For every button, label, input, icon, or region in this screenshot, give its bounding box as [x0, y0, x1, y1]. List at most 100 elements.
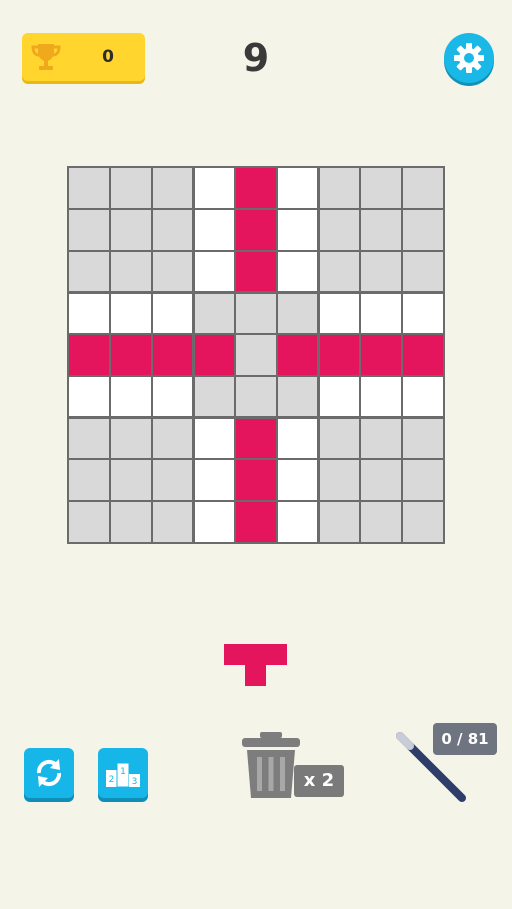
board-cell[interactable] — [194, 251, 235, 292]
board-cell[interactable] — [361, 209, 402, 250]
board-cell[interactable] — [361, 502, 402, 542]
board-cell[interactable] — [403, 460, 443, 501]
board-cell[interactable] — [152, 418, 193, 459]
board-cell[interactable] — [319, 293, 360, 334]
podium-place-1: 1 — [120, 767, 126, 777]
block-divider — [317, 166, 321, 544]
board-cell[interactable] — [277, 418, 318, 459]
board-cell[interactable] — [236, 418, 276, 459]
board-cell[interactable] — [152, 460, 193, 501]
board-cell[interactable] — [110, 209, 151, 250]
best-score-panel: 0 — [22, 33, 145, 81]
board-cell[interactable] — [152, 293, 193, 334]
board-cell[interactable] — [319, 376, 360, 417]
leaderboard-button[interactable]: 2 1 3 — [98, 748, 148, 798]
t-piece[interactable] — [224, 644, 288, 688]
board-cell[interactable] — [69, 335, 109, 375]
board-cell[interactable] — [110, 251, 151, 292]
refresh-icon — [36, 759, 62, 787]
board-cell[interactable] — [361, 335, 402, 375]
board-cell[interactable] — [236, 251, 276, 292]
board-cell[interactable] — [194, 293, 235, 334]
board-cell[interactable] — [194, 335, 235, 375]
board-cell[interactable] — [403, 293, 443, 334]
board-cell[interactable] — [319, 502, 360, 542]
board-cell[interactable] — [403, 418, 443, 459]
board-cell[interactable] — [236, 376, 276, 417]
trash-icon[interactable] — [240, 730, 302, 802]
board-cell[interactable] — [319, 168, 360, 208]
board-cell[interactable] — [236, 460, 276, 501]
board-cell[interactable] — [194, 168, 235, 208]
game-board[interactable] — [67, 166, 445, 544]
board-cell[interactable] — [361, 168, 402, 208]
board-cell[interactable] — [110, 460, 151, 501]
podium-icon: 2 1 3 — [106, 762, 140, 788]
board-cell[interactable] — [236, 502, 276, 542]
piece-block — [224, 644, 245, 665]
board-cell[interactable] — [361, 460, 402, 501]
board-cell[interactable] — [319, 209, 360, 250]
board-cell[interactable] — [319, 335, 360, 375]
board-cell[interactable] — [403, 335, 443, 375]
board-cell[interactable] — [236, 293, 276, 334]
top-bar: 0 9 — [0, 0, 512, 110]
board-cell[interactable] — [236, 209, 276, 250]
board-cell[interactable] — [194, 460, 235, 501]
block-divider — [191, 166, 195, 544]
board-cell[interactable] — [152, 168, 193, 208]
board-cell[interactable] — [277, 335, 318, 375]
board-cell[interactable] — [361, 418, 402, 459]
board-cell[interactable] — [69, 460, 109, 501]
board-cell[interactable] — [277, 376, 318, 417]
board-cell[interactable] — [152, 251, 193, 292]
board-cell[interactable] — [194, 376, 235, 417]
gear-icon — [454, 43, 484, 73]
settings-button[interactable] — [444, 33, 494, 83]
board-cell[interactable] — [69, 251, 109, 292]
board-cell[interactable] — [403, 251, 443, 292]
board-cell[interactable] — [403, 502, 443, 542]
board-cell[interactable] — [361, 293, 402, 334]
board-cell[interactable] — [319, 251, 360, 292]
board-cell[interactable] — [152, 335, 193, 375]
board-cell[interactable] — [277, 168, 318, 208]
board-cell[interactable] — [403, 376, 443, 417]
board-cell[interactable] — [277, 502, 318, 542]
board-cell[interactable] — [69, 293, 109, 334]
board-cell[interactable] — [110, 376, 151, 417]
board-cell[interactable] — [361, 251, 402, 292]
board-cell[interactable] — [319, 418, 360, 459]
board-cell[interactable] — [194, 209, 235, 250]
board-cell[interactable] — [110, 293, 151, 334]
board-cell[interactable] — [236, 168, 276, 208]
board-cell[interactable] — [110, 418, 151, 459]
board-cell[interactable] — [277, 251, 318, 292]
board-cell[interactable] — [194, 418, 235, 459]
block-divider — [67, 290, 445, 294]
board-cell[interactable] — [69, 209, 109, 250]
board-cell[interactable] — [277, 209, 318, 250]
board-cell[interactable] — [403, 209, 443, 250]
trash-count-badge: x 2 — [294, 765, 344, 797]
board-cell[interactable] — [194, 502, 235, 542]
best-score-value: 0 — [102, 47, 114, 67]
board-cell[interactable] — [403, 168, 443, 208]
board-cell[interactable] — [277, 293, 318, 334]
restart-button[interactable] — [24, 748, 74, 798]
block-divider — [67, 416, 445, 420]
board-cell[interactable] — [110, 502, 151, 542]
board-cell[interactable] — [319, 460, 360, 501]
board-cell[interactable] — [152, 502, 193, 542]
board-cell[interactable] — [69, 376, 109, 417]
board-cell[interactable] — [69, 168, 109, 208]
board-cell[interactable] — [69, 502, 109, 542]
board-cell[interactable] — [361, 376, 402, 417]
board-cell[interactable] — [277, 460, 318, 501]
board-cell[interactable] — [152, 376, 193, 417]
board-cell[interactable] — [110, 335, 151, 375]
board-cell[interactable] — [152, 209, 193, 250]
board-cell[interactable] — [69, 418, 109, 459]
board-cell[interactable] — [236, 335, 276, 375]
board-cell[interactable] — [110, 168, 151, 208]
